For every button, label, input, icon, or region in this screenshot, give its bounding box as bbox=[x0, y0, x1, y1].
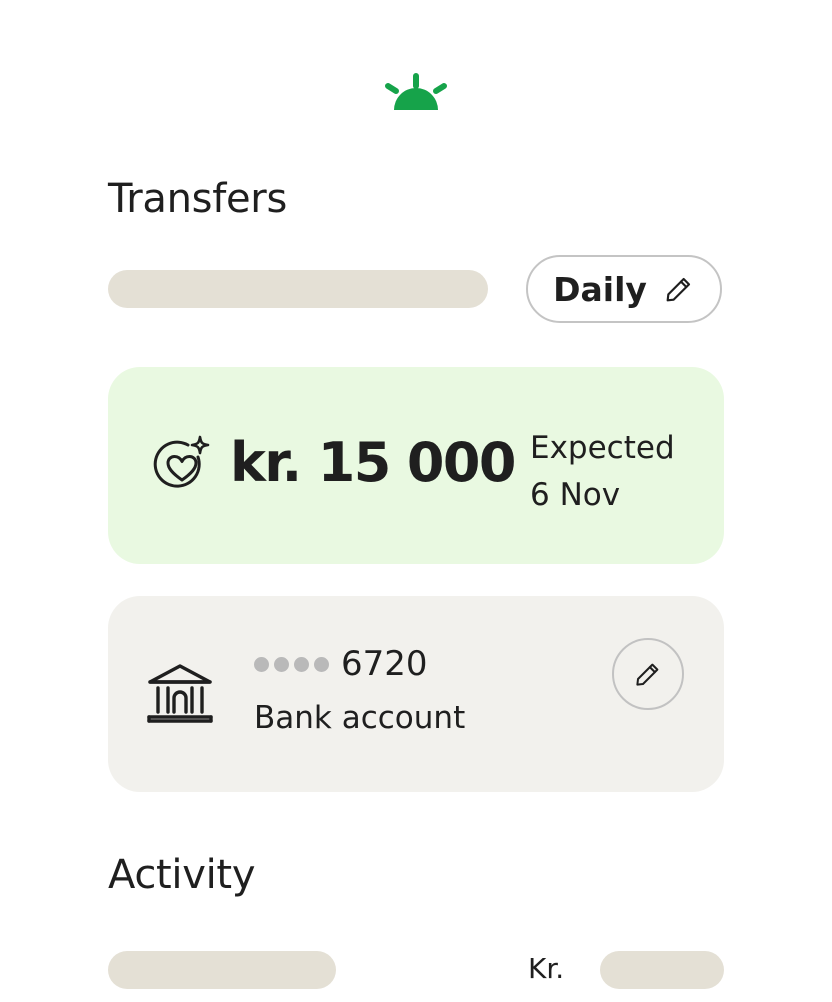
masked-digits bbox=[254, 656, 329, 672]
expected-label: Expected bbox=[530, 430, 675, 466]
edit-bank-account-button[interactable] bbox=[612, 638, 684, 710]
mask-dot bbox=[314, 656, 329, 672]
mask-dot bbox=[254, 656, 269, 672]
sunrise-logo-icon bbox=[385, 73, 447, 110]
bank-account-card: 6720 Bank account bbox=[108, 596, 724, 792]
activity-title: Activity bbox=[108, 852, 256, 898]
bank-icon bbox=[147, 664, 213, 723]
heart-sparkle-icon bbox=[153, 435, 210, 488]
pencil-icon bbox=[636, 663, 659, 686]
expected-date: 6 Nov bbox=[530, 477, 621, 513]
account-number-line: 6720 bbox=[254, 644, 428, 684]
activity-row-placeholder bbox=[108, 951, 336, 989]
transfer-amount: kr. 15 000 bbox=[230, 431, 516, 494]
activity-amount-placeholder bbox=[600, 951, 724, 989]
frequency-label: Daily bbox=[553, 269, 647, 309]
expected-date-block: Expected 6 Nov bbox=[530, 425, 675, 519]
loading-placeholder bbox=[108, 270, 488, 308]
transfer-amount-card: kr. 15 000 Expected 6 Nov bbox=[108, 367, 724, 564]
frequency-button[interactable]: Daily bbox=[526, 255, 722, 323]
mask-dot bbox=[294, 656, 309, 672]
mask-dot bbox=[274, 656, 289, 672]
account-type: Bank account bbox=[254, 700, 466, 736]
transfers-title: Transfers bbox=[108, 176, 287, 222]
pencil-icon bbox=[666, 277, 690, 302]
account-number: 6720 bbox=[341, 644, 428, 684]
currency-label: Kr. bbox=[528, 952, 565, 985]
